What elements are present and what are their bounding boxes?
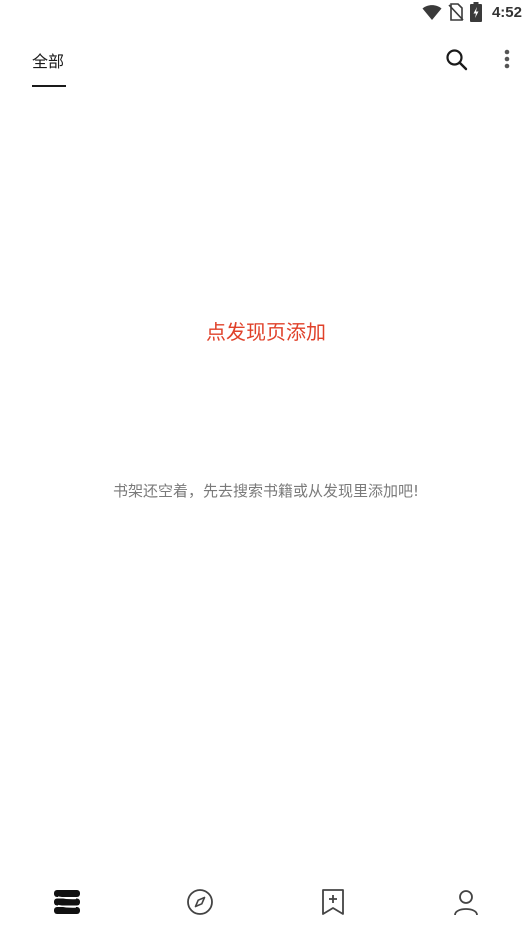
nav-bookmarks[interactable] xyxy=(266,872,399,932)
bookshelf-icon xyxy=(53,890,80,914)
more-options-button[interactable] xyxy=(496,46,518,74)
wifi-icon xyxy=(422,3,442,21)
battery-charging-icon xyxy=(469,2,482,22)
search-button[interactable] xyxy=(443,46,471,74)
nav-discover[interactable] xyxy=(133,872,266,932)
profile-icon xyxy=(453,890,478,916)
bottom-nav xyxy=(0,872,532,932)
discover-compass-icon xyxy=(186,889,213,915)
more-vert-icon xyxy=(504,49,510,69)
status-bar: 4:52 xyxy=(0,0,532,24)
nav-profile[interactable] xyxy=(399,872,532,932)
nav-bookshelf[interactable] xyxy=(0,872,133,932)
search-icon xyxy=(446,49,468,71)
tab-indicator xyxy=(32,85,66,87)
tab-all[interactable]: 全部 xyxy=(32,48,64,72)
empty-bookshelf-message: 书架还空着，先去搜索书籍或从发现里添加吧! xyxy=(112,482,419,500)
status-time: 4:52 xyxy=(491,3,522,21)
no-sim-icon xyxy=(448,3,464,21)
discover-add-link[interactable]: 点发现页添加 xyxy=(0,316,532,345)
bookmark-add-icon xyxy=(321,889,344,915)
top-bar: 全部 xyxy=(0,40,532,88)
bookshelf-screen: 4:52 全部 点发现页添加 书架还空着，先去搜索书籍或从发现里添加吧! xyxy=(0,0,532,932)
